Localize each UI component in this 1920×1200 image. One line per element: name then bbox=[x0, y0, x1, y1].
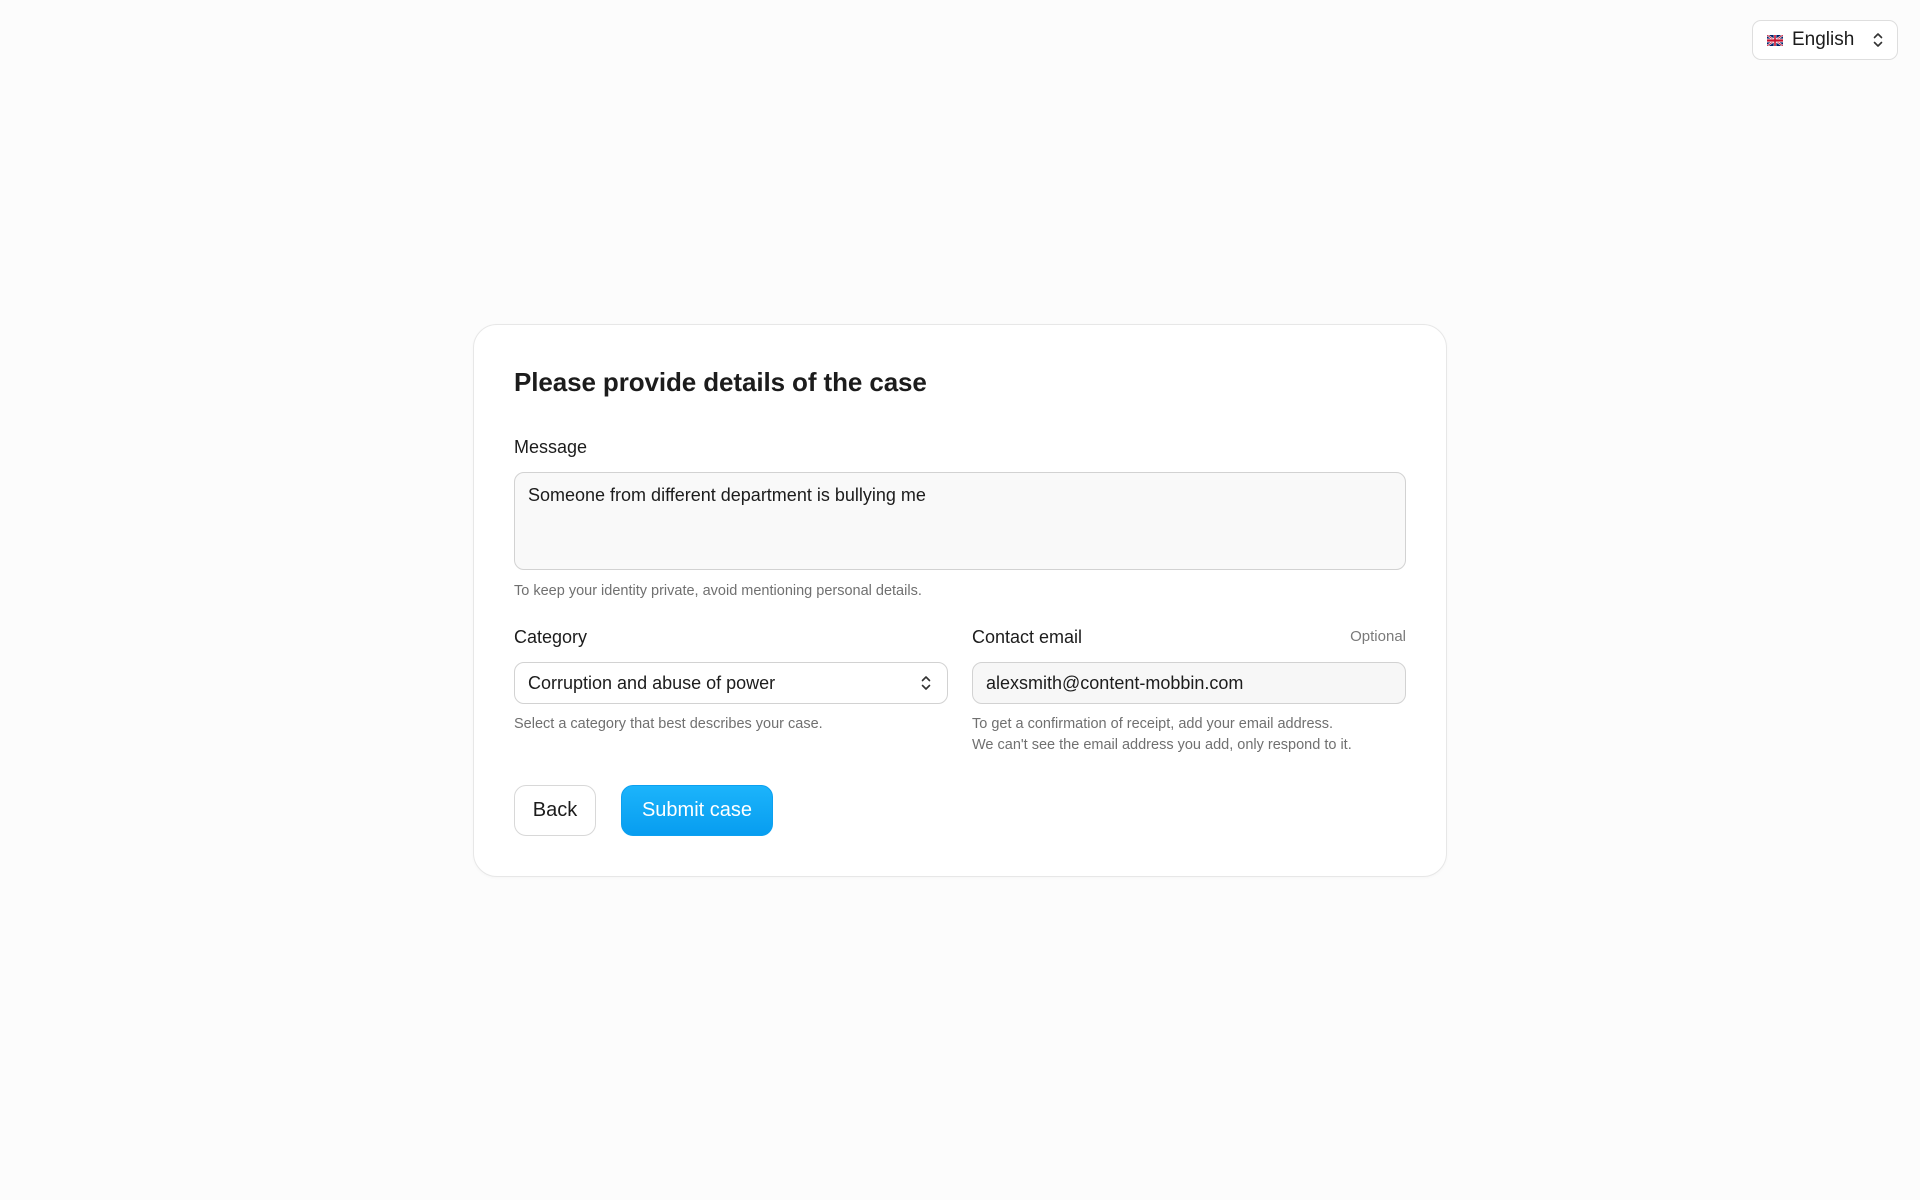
category-help-text: Select a category that best describes yo… bbox=[514, 716, 823, 732]
uk-flag-icon bbox=[1767, 34, 1783, 46]
chevron-up-down-icon bbox=[1873, 33, 1883, 47]
language-selector[interactable]: English bbox=[1752, 20, 1898, 60]
contact-email-input[interactable] bbox=[972, 662, 1406, 704]
category-select[interactable]: Corruption and abuse of power bbox=[514, 662, 948, 704]
category-selected-value: Corruption and abuse of power bbox=[528, 672, 776, 693]
back-button[interactable]: Back bbox=[514, 785, 596, 836]
message-label: Message bbox=[514, 437, 588, 457]
chevron-up-down-icon bbox=[921, 676, 931, 690]
message-help-text: To keep your identity private, avoid men… bbox=[514, 583, 922, 599]
language-label: English bbox=[1792, 29, 1855, 50]
message-textarea[interactable]: Someone from different department is bul… bbox=[514, 472, 1406, 570]
contact-email-label: Contact email bbox=[972, 627, 1083, 647]
contact-email-help-line-2: We can't see the email address you add, … bbox=[972, 737, 1352, 753]
submit-case-button[interactable]: Submit case bbox=[621, 785, 773, 836]
category-label: Category bbox=[514, 627, 588, 647]
contact-email-help-text: To get a confirmation of receipt, add yo… bbox=[972, 714, 1352, 756]
page-title: Please provide details of the case bbox=[514, 367, 927, 397]
case-details-card: Please provide details of the case Messa… bbox=[473, 324, 1447, 877]
contact-email-help-line-1: To get a confirmation of receipt, add yo… bbox=[972, 716, 1334, 732]
optional-label: Optional bbox=[1350, 628, 1406, 645]
